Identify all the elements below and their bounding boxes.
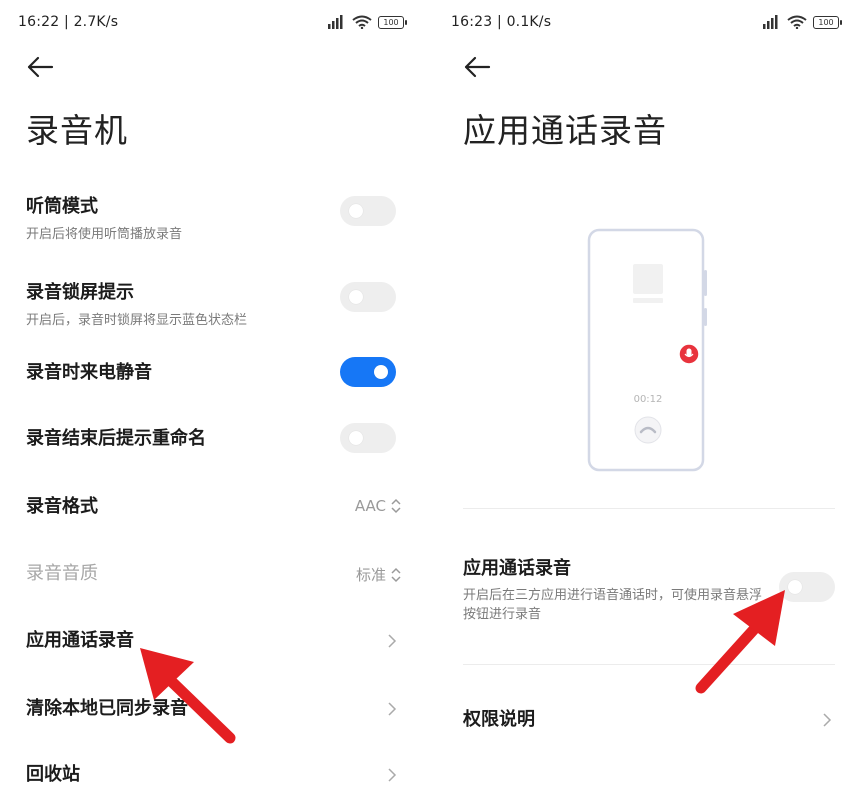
up-down-chevron-icon (391, 567, 401, 582)
row-subtitle: 开启后将使用听筒播放录音 (26, 227, 183, 242)
record-format-value: AAC (354, 497, 386, 515)
setting-title: 应用通话录音 (463, 558, 571, 579)
status-time: 16:23 | 0.1K/s (451, 14, 552, 30)
record-quality-value: 标准 (355, 566, 386, 584)
permissions-row[interactable]: 权限说明 (463, 707, 835, 737)
row-title: 录音格式 (26, 496, 98, 517)
battery-icon: 100 (378, 15, 407, 29)
record-format-row[interactable]: 录音格式 AAC (26, 494, 406, 524)
signal-icon (328, 15, 343, 29)
status-bar: 16:23 | 0.1K/s 100 (433, 14, 865, 34)
row-title: 录音音质 (26, 563, 98, 584)
earpiece-mode-toggle[interactable] (340, 196, 396, 226)
lockscreen-hint-toggle[interactable] (340, 282, 396, 312)
phone-illustration: 00:12 (583, 226, 713, 476)
wifi-icon (787, 15, 807, 29)
signal-icon (763, 15, 778, 29)
status-time: 16:22 | 2.7K/s (18, 14, 119, 30)
rename-prompt-toggle[interactable] (340, 423, 396, 453)
rename-prompt-row[interactable]: 录音结束后提示重命名 (26, 423, 406, 456)
status-bar: 16:22 | 2.7K/s 100 (0, 14, 432, 34)
call-timer: 00:12 (633, 394, 663, 405)
mute-calls-toggle[interactable] (340, 357, 396, 387)
recycle-bin-row[interactable]: 回收站 (26, 762, 406, 792)
permissions-label: 权限说明 (463, 709, 535, 730)
chevron-right-icon (388, 634, 397, 648)
lockscreen-hint-row[interactable]: 录音锁屏提示 开启后，录音时锁屏将显示蓝色状态栏 (26, 278, 406, 328)
row-subtitle: 开启后，录音时锁屏将显示蓝色状态栏 (26, 313, 248, 328)
page-title: 录音机 (26, 111, 128, 150)
page-title: 应用通话录音 (463, 111, 667, 150)
wifi-icon (352, 15, 372, 29)
earpiece-mode-row[interactable]: 听筒模式 开启后将使用听筒播放录音 (26, 192, 406, 242)
left-screen: 16:22 | 2.7K/s 100 录音机 听筒模式 开启后将使用听筒播放录音… (0, 0, 432, 809)
divider (463, 508, 835, 509)
chevron-right-icon (388, 768, 397, 782)
annotation-arrow-icon (695, 590, 785, 694)
annotation-arrow-icon (140, 648, 236, 744)
back-arrow-icon[interactable] (26, 54, 56, 80)
row-title: 回收站 (26, 764, 80, 785)
up-down-chevron-icon (391, 498, 401, 514)
chevron-right-icon (823, 713, 832, 727)
right-screen: 16:23 | 0.1K/s 100 应用通话录音 00:12 应用通话录音 开… (433, 0, 865, 809)
battery-icon: 100 (813, 15, 842, 29)
record-quality-row: 录音音质 标准 (26, 561, 406, 591)
chevron-right-icon (388, 702, 397, 716)
back-arrow-icon[interactable] (463, 54, 493, 80)
record-button-icon (678, 343, 700, 365)
mute-calls-row[interactable]: 录音时来电静音 (26, 357, 406, 390)
